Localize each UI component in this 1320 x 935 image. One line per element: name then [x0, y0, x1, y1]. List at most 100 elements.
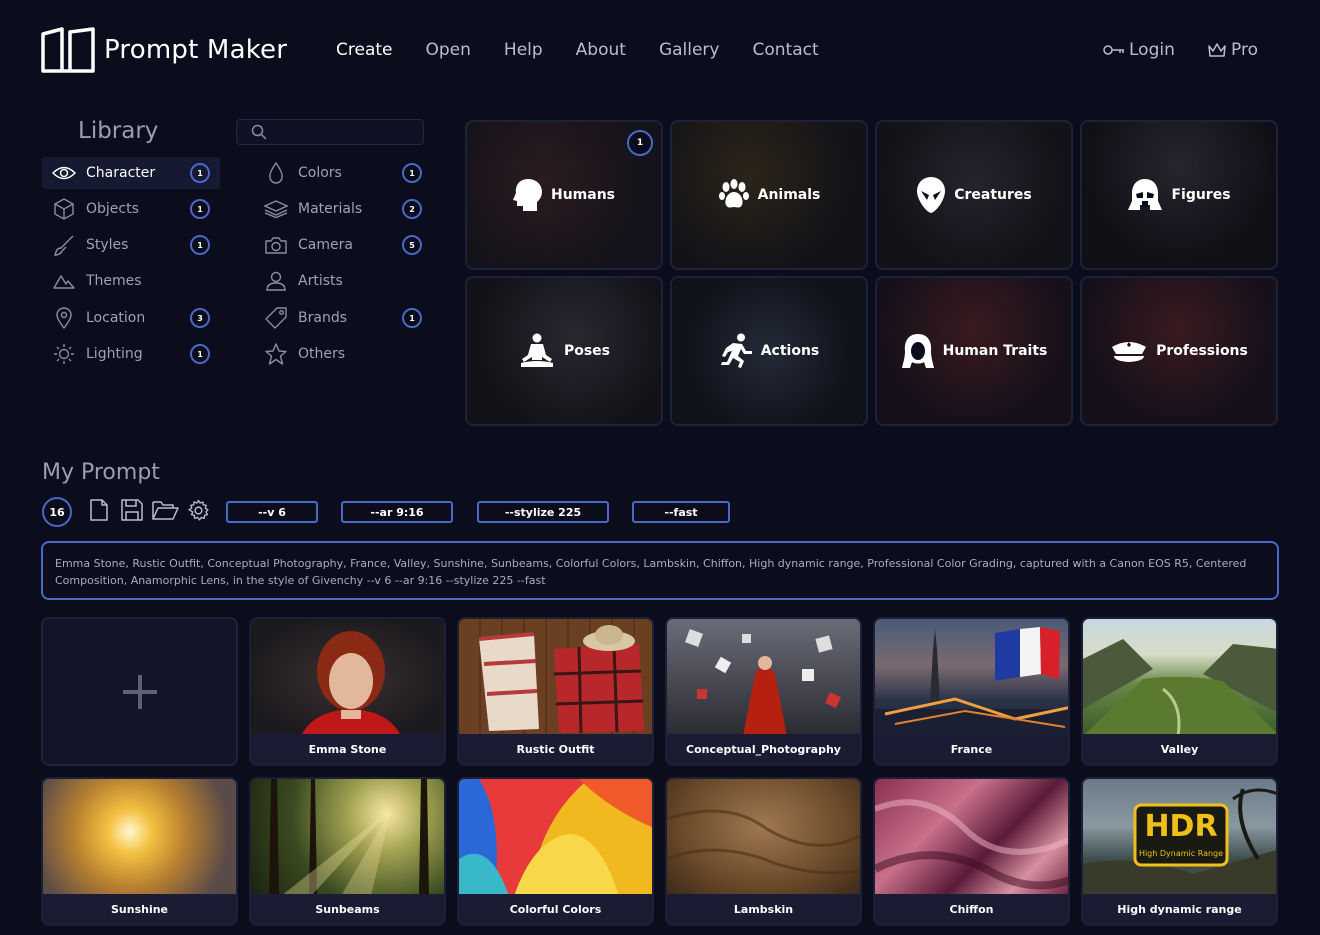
- library-item-materials[interactable]: Materials 2: [254, 193, 432, 225]
- book-logo-icon: [41, 27, 95, 73]
- app-title: Prompt Maker: [104, 35, 288, 65]
- category-humans[interactable]: Humans 1: [465, 120, 663, 270]
- prompt-text-box[interactable]: Emma Stone, Rustic Outfit, Conceptual Ph…: [41, 541, 1279, 600]
- category-creatures[interactable]: Creatures: [875, 120, 1073, 270]
- drop-icon: [264, 161, 288, 185]
- count-badge: 3: [190, 308, 210, 328]
- count-badge: 1: [627, 130, 653, 156]
- library-item-brands[interactable]: Brands 1: [254, 302, 432, 334]
- card-caption: Sunbeams: [251, 894, 444, 924]
- count-badge: 1: [402, 308, 422, 328]
- nav-open[interactable]: Open: [426, 40, 471, 60]
- category-label: Figures: [1171, 187, 1231, 203]
- category-professions[interactable]: Professions: [1080, 276, 1278, 426]
- library-item-lighting[interactable]: Lighting 1: [42, 338, 220, 370]
- library-search[interactable]: [236, 119, 424, 145]
- card-caption: High dynamic range: [1083, 894, 1276, 924]
- eye-icon: [52, 161, 76, 185]
- prompt-card-sunshine[interactable]: Sunshine: [41, 777, 238, 926]
- library-item-character[interactable]: Character 1: [42, 157, 220, 189]
- library-item-label: Camera: [298, 237, 353, 253]
- settings-gear-icon[interactable]: [187, 499, 210, 526]
- nav-gallery[interactable]: Gallery: [659, 40, 720, 60]
- prompt-card-conceptual-photography[interactable]: Conceptual_Photography: [665, 617, 862, 766]
- pro-button[interactable]: Pro: [1207, 40, 1258, 60]
- prompt-card-rustic-outfit[interactable]: Rustic Outfit: [457, 617, 654, 766]
- alien-icon: [917, 177, 946, 213]
- category-label: Professions: [1156, 343, 1248, 359]
- prompt-card-emma-stone[interactable]: Emma Stone: [249, 617, 446, 766]
- count-badge: 1: [190, 235, 210, 255]
- app-logo[interactable]: Prompt Maker: [40, 26, 287, 74]
- library-item-label: Character: [86, 165, 156, 181]
- prompt-card-colorful-colors[interactable]: Colorful Colors: [457, 777, 654, 926]
- library-item-objects[interactable]: Objects 1: [42, 193, 220, 225]
- library-item-label: Lighting: [86, 346, 143, 362]
- param-fast-button[interactable]: --fast: [632, 501, 730, 523]
- prompt-card-valley[interactable]: Valley: [1081, 617, 1278, 766]
- star-icon: [264, 342, 288, 366]
- nav-help[interactable]: Help: [504, 40, 543, 60]
- helmet-icon: [1128, 179, 1163, 210]
- search-input[interactable]: [273, 124, 413, 140]
- card-image: [43, 779, 236, 896]
- login-button[interactable]: Login: [1103, 40, 1175, 60]
- prompt-card-chiffon[interactable]: Chiffon: [873, 777, 1070, 926]
- count-badge: 1: [402, 163, 422, 183]
- count-badge: 1: [190, 163, 210, 183]
- card-image: [459, 619, 652, 736]
- category-poses[interactable]: Poses: [465, 276, 663, 426]
- param-stylize-button[interactable]: --stylize 225: [477, 501, 609, 523]
- category-label: Humans: [550, 187, 616, 203]
- card-caption: Sunshine: [43, 894, 236, 924]
- running-icon: [720, 333, 752, 368]
- plus-icon: [43, 619, 236, 764]
- prompt-card-sunbeams[interactable]: Sunbeams: [249, 777, 446, 926]
- library-item-colors[interactable]: Colors 1: [254, 157, 432, 189]
- card-image: HDR High Dynamic Range: [1083, 779, 1276, 896]
- hdr-badge-subtitle: High Dynamic Range: [1138, 849, 1224, 858]
- library-item-label: Themes: [86, 273, 142, 289]
- library-item-label: Others: [298, 346, 346, 362]
- library-item-styles[interactable]: Styles 1: [42, 229, 220, 261]
- prompt-card-france[interactable]: France: [873, 617, 1070, 766]
- category-figures[interactable]: Figures: [1080, 120, 1278, 270]
- open-folder-icon[interactable]: [152, 499, 179, 525]
- library-item-artists[interactable]: Artists: [254, 265, 432, 297]
- card-caption: Colorful Colors: [459, 894, 652, 924]
- map-pin-icon: [52, 306, 76, 330]
- card-image: [459, 779, 652, 896]
- pro-label: Pro: [1231, 40, 1258, 60]
- layers-icon: [264, 197, 288, 221]
- brush-icon: [52, 233, 76, 257]
- save-icon[interactable]: [121, 499, 143, 525]
- library-title: Library: [78, 118, 159, 144]
- card-caption: France: [875, 734, 1068, 764]
- category-animals[interactable]: Animals: [670, 120, 868, 270]
- library-item-themes[interactable]: Themes: [42, 265, 220, 297]
- category-actions[interactable]: Actions: [670, 276, 868, 426]
- library-item-others[interactable]: Others: [254, 338, 432, 370]
- new-file-icon[interactable]: [90, 499, 108, 525]
- library-item-label: Brands: [298, 310, 347, 326]
- nav-about[interactable]: About: [576, 40, 626, 60]
- prompt-card-high-dynamic-range[interactable]: HDR High Dynamic Range High dynamic rang…: [1081, 777, 1278, 926]
- paw-icon: [718, 179, 749, 208]
- category-label: Poses: [563, 343, 611, 359]
- nav-contact[interactable]: Contact: [752, 40, 818, 60]
- library-item-camera[interactable]: Camera 5: [254, 229, 432, 261]
- category-label: Animals: [757, 187, 821, 203]
- card-image: [667, 619, 860, 736]
- category-human-traits[interactable]: Human Traits: [875, 276, 1073, 426]
- prompt-card-lambskin[interactable]: Lambskin: [665, 777, 862, 926]
- param-version-button[interactable]: --v 6: [226, 501, 318, 523]
- cube-icon: [52, 197, 76, 221]
- card-image: [251, 619, 444, 736]
- param-aspect-ratio-button[interactable]: --ar 9:16: [341, 501, 453, 523]
- count-badge: 5: [402, 235, 422, 255]
- card-caption: Chiffon: [875, 894, 1068, 924]
- library-item-label: Materials: [298, 201, 363, 217]
- add-item-card[interactable]: [41, 617, 238, 766]
- nav-create[interactable]: Create: [336, 40, 393, 60]
- library-item-location[interactable]: Location 3: [42, 302, 220, 334]
